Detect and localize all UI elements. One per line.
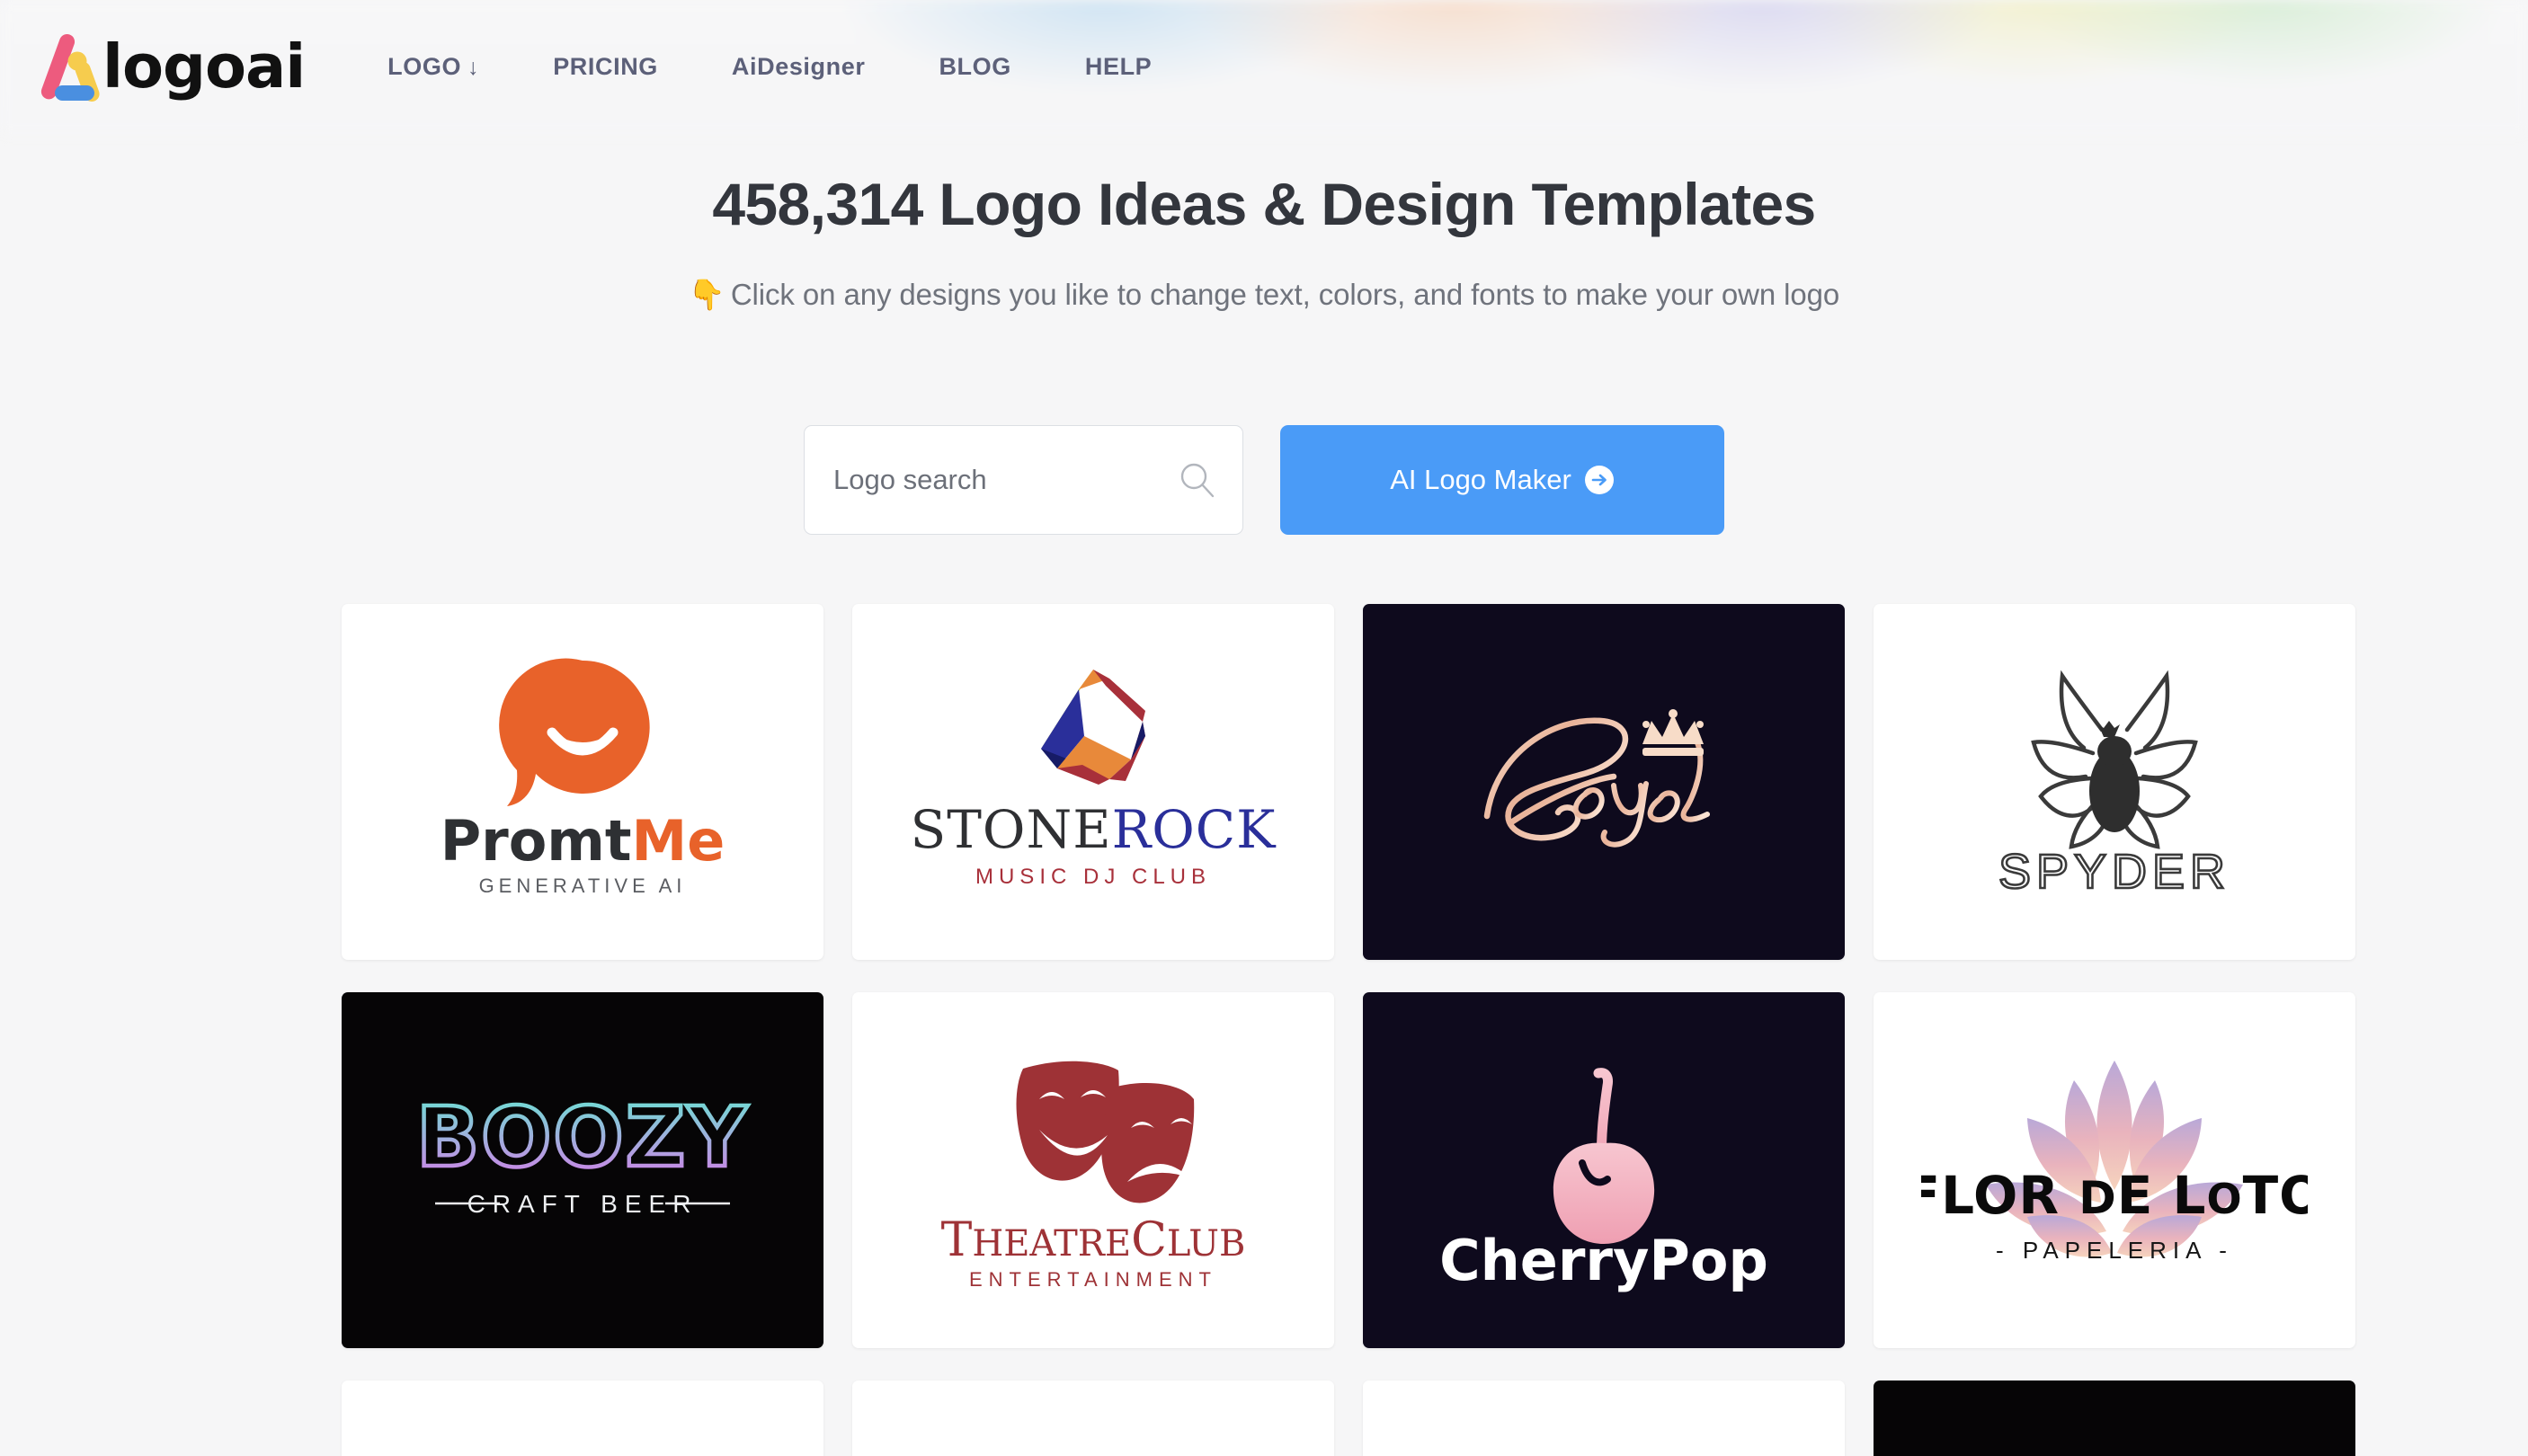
- logo-card-row3-2[interactable]: [852, 1381, 1334, 1456]
- boozy-wordmark: BOOZY: [416, 1089, 749, 1185]
- nav-item-aidesigner[interactable]: AiDesigner: [732, 44, 866, 90]
- logo-card-theatreclub[interactable]: THEATRECLUB ENTERTAINMENT: [852, 992, 1334, 1348]
- pointing-down-icon: 👇: [688, 277, 725, 311]
- main-navigation: LOGO ↓ PRICING AiDesigner BLOG HELP: [387, 44, 1152, 90]
- page-title: 458,314 Logo Ideas & Design Templates: [712, 171, 1816, 237]
- search-icon[interactable]: [1178, 460, 1217, 500]
- flordeloto-logo: FLOR DE LOTO - PAPELERIA -: [1921, 1061, 2308, 1264]
- brand-logo[interactable]: logoai: [31, 22, 306, 111]
- promtme-tagline: GENERATIVE AI: [479, 874, 687, 897]
- logo-card-spyder[interactable]: SPYDER: [1874, 604, 2355, 960]
- flordeloto-wordmark: FLOR DE LOTO: [1921, 1165, 2308, 1226]
- cherrypop-logo: CherryPop: [1439, 1068, 1768, 1293]
- flordeloto-tagline: - PAPELERIA -: [1996, 1237, 2233, 1264]
- nav-item-logo-label: LOGO: [387, 52, 462, 80]
- boozy-logo: BOOZY CRAFT BEER: [414, 1088, 749, 1218]
- brand-wordmark: logoai: [102, 31, 306, 102]
- logo-card-stonerock[interactable]: STONEROCK MUSIC DJ CLUB: [852, 604, 1334, 960]
- cherry-icon: [1553, 1068, 1655, 1244]
- arrow-right-circle-icon: [1584, 466, 1614, 494]
- cherrypop-wordmark: CherryPop: [1439, 1228, 1768, 1293]
- logo-card-boozy[interactable]: BOOZY CRAFT BEER: [342, 992, 823, 1348]
- logo-card-flordeloto[interactable]: FLOR DE LOTO - PAPELERIA -: [1874, 992, 2355, 1348]
- stonerock-logo: STONEROCK MUSIC DJ CLUB: [911, 670, 1277, 889]
- chevron-down-icon: ↓: [467, 54, 480, 80]
- nav-item-blog[interactable]: BLOG: [939, 44, 1010, 90]
- spyder-wordmark: SPYDER: [1998, 845, 2230, 899]
- logo-card-row3-4[interactable]: [1874, 1381, 2355, 1456]
- logo-template-grid: PromtMe GENERATIVE AI STONEROCK MUSIC DJ…: [342, 604, 2357, 1456]
- logoai-templates-page: logoai LOGO ↓ PRICING AiDesigner BLOG HEL…: [0, 0, 2528, 1456]
- stonerock-wordmark: STONEROCK: [911, 799, 1277, 860]
- logo-card-royal[interactable]: [1363, 604, 1845, 960]
- promtme-wordmark: PromtMe: [441, 808, 725, 874]
- nav-item-logo[interactable]: LOGO ↓: [387, 44, 479, 90]
- promtme-logo: PromtMe GENERATIVE AI: [441, 658, 725, 897]
- hero-subtitle: 👇 Click on any designs you like to change…: [0, 278, 2528, 313]
- theatreclub-wordmark: THEATRECLUB: [941, 1213, 1246, 1267]
- search-box[interactable]: [804, 425, 1243, 535]
- ai-logo-maker-button[interactable]: AI Logo Maker: [1280, 425, 1724, 535]
- ai-logo-maker-label: AI Logo Maker: [1390, 464, 1571, 495]
- nav-item-help[interactable]: HELP: [1085, 44, 1152, 90]
- crown-icon: [1642, 709, 1704, 756]
- boozy-tagline: CRAFT BEER: [467, 1190, 699, 1218]
- logoai-a-mark-icon: [40, 33, 100, 102]
- logo-card-row3-1[interactable]: [342, 1381, 823, 1456]
- search-row: AI Logo Maker: [0, 425, 2528, 535]
- hero-section: 458,314 Logo Ideas & Design Templates 👇 C…: [0, 171, 2528, 313]
- logo-card-cherrypop[interactable]: CherryPop: [1363, 992, 1845, 1348]
- stonerock-tagline: MUSIC DJ CLUB: [975, 865, 1211, 889]
- theatreclub-logo: THEATRECLUB ENTERTAINMENT: [941, 1061, 1246, 1291]
- hero-subtitle-text: Click on any designs you like to change …: [730, 277, 1840, 311]
- logo-card-row3-3[interactable]: [1363, 1381, 1845, 1456]
- logo-card-promtme[interactable]: PromtMe GENERATIVE AI: [342, 604, 823, 960]
- site-header: logoai LOGO ↓ PRICING AiDesigner BLOG HEL…: [0, 0, 2528, 133]
- search-input[interactable]: [805, 426, 1242, 534]
- nav-item-pricing[interactable]: PRICING: [553, 44, 658, 90]
- royal-logo: [1483, 709, 1710, 848]
- theatreclub-tagline: ENTERTAINMENT: [969, 1268, 1217, 1291]
- spyder-logo: SPYDER: [1998, 670, 2230, 900]
- lotus-flower-icon: [1986, 1061, 2243, 1257]
- theatre-masks-icon: [1016, 1061, 1195, 1203]
